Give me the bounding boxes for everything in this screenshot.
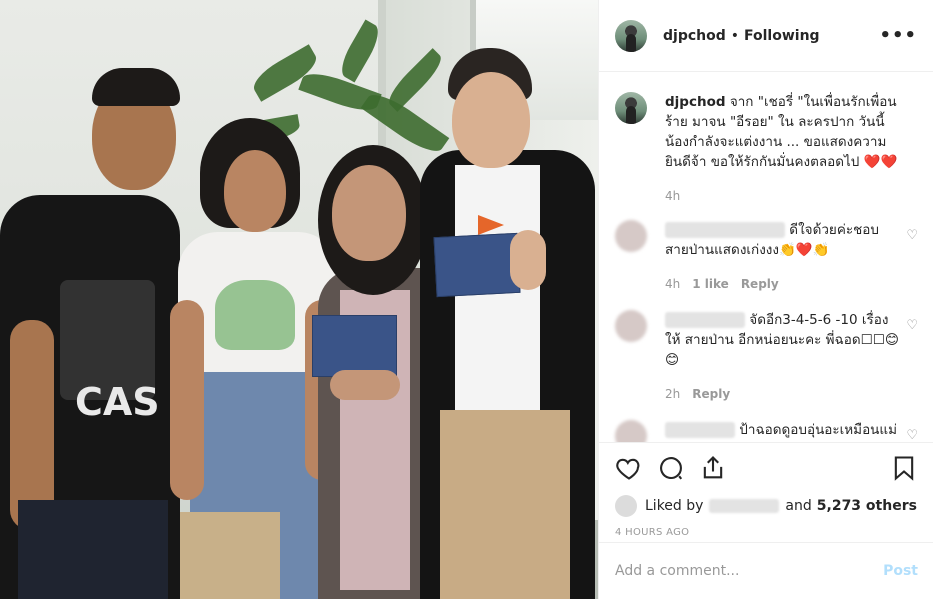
comment-heart-icon[interactable]: ♡	[906, 428, 918, 442]
blurred-username	[665, 222, 785, 238]
comment-item: ป้าฉอดดูอบอุ่นอะเหมือนแม่กันเลย ชอบภาพ ♡	[615, 420, 918, 442]
comment-icon[interactable]	[657, 454, 685, 482]
reply-button[interactable]: Reply	[692, 384, 730, 404]
avatar[interactable]	[615, 420, 647, 442]
comment-body: ดีใจด้วยค่ะชอบสายป่านแสดงเก่งงง👏❤️👏 4h 1…	[665, 220, 900, 294]
comment-body: ป้าฉอดดูอบอุ่นอะเหมือนแม่กันเลย ชอบภาพ	[665, 420, 900, 442]
caption-time[interactable]: 4h	[665, 186, 680, 206]
avatar[interactable]	[615, 310, 647, 342]
caption-avatar[interactable]	[615, 92, 647, 124]
post-sidebar: djpchod • Following ••• djpchod จาก "เชอ…	[598, 0, 933, 599]
caption: djpchod จาก "เชอรี่ "ในเพื่อนรักเพื่อนร้…	[615, 92, 918, 206]
comment-item: จัดอีก3-4-5-6 -10 เรื่อง ให้ สายป่าน อีก…	[615, 310, 918, 404]
comment-item: ดีใจด้วยค่ะชอบสายป่านแสดงเก่งงง👏❤️👏 4h 1…	[615, 220, 918, 294]
header-separator: •	[730, 27, 740, 44]
comment-meta: 2h Reply	[665, 384, 900, 404]
action-icons	[615, 453, 918, 483]
likes-count[interactable]: 5,273 others	[817, 498, 917, 514]
liked-by-label: Liked by	[645, 498, 704, 514]
post-photo[interactable]: CAS	[0, 0, 598, 599]
post-actions: Liked by and 5,273 others 4 HOURS AGO	[599, 442, 933, 538]
liker-avatar[interactable]	[615, 495, 637, 517]
photo-envelope-right	[433, 232, 521, 298]
more-options-icon[interactable]: •••	[879, 25, 917, 46]
likes-and-label: and	[785, 498, 812, 514]
blurred-username	[665, 422, 735, 438]
comment-like-count[interactable]: 1 like	[692, 274, 729, 294]
post-timestamp[interactable]: 4 HOURS AGO	[615, 527, 918, 538]
blurred-liker-name[interactable]	[709, 499, 780, 513]
caption-username[interactable]: djpchod	[665, 94, 726, 110]
avatar[interactable]	[615, 19, 647, 52]
comment-time[interactable]: 2h	[665, 384, 680, 404]
add-comment-bar: Add a comment... Post	[599, 542, 933, 599]
comment-time[interactable]: 4h	[665, 274, 680, 294]
caption-meta: 4h	[665, 186, 900, 206]
post-comment-button[interactable]: Post	[883, 563, 918, 579]
bookmark-icon[interactable]	[890, 454, 918, 482]
comment-heart-icon[interactable]: ♡	[906, 318, 918, 333]
photo-envelope-left	[312, 315, 397, 377]
comment-input[interactable]: Add a comment...	[615, 563, 739, 579]
comment-heart-icon[interactable]: ♡	[906, 228, 918, 243]
comments-list[interactable]: djpchod จาก "เชอรี่ "ในเพื่อนรักเพื่อนร้…	[599, 72, 933, 442]
comment-meta: 4h 1 like Reply	[665, 274, 900, 294]
heart-icon[interactable]	[615, 454, 643, 482]
likes-summary: Liked by and 5,273 others	[615, 495, 918, 517]
header-username[interactable]: djpchod	[663, 28, 726, 44]
caption-body: djpchod จาก "เชอรี่ "ในเพื่อนรักเพื่อนร้…	[665, 92, 900, 206]
following-button[interactable]: Following	[744, 28, 820, 44]
blurred-username	[665, 312, 745, 328]
comment-body: จัดอีก3-4-5-6 -10 เรื่อง ให้ สายป่าน อีก…	[665, 310, 900, 404]
share-icon[interactable]	[699, 454, 727, 482]
avatar[interactable]	[615, 220, 647, 252]
post-header: djpchod • Following •••	[599, 0, 933, 72]
reply-button[interactable]: Reply	[741, 274, 779, 294]
